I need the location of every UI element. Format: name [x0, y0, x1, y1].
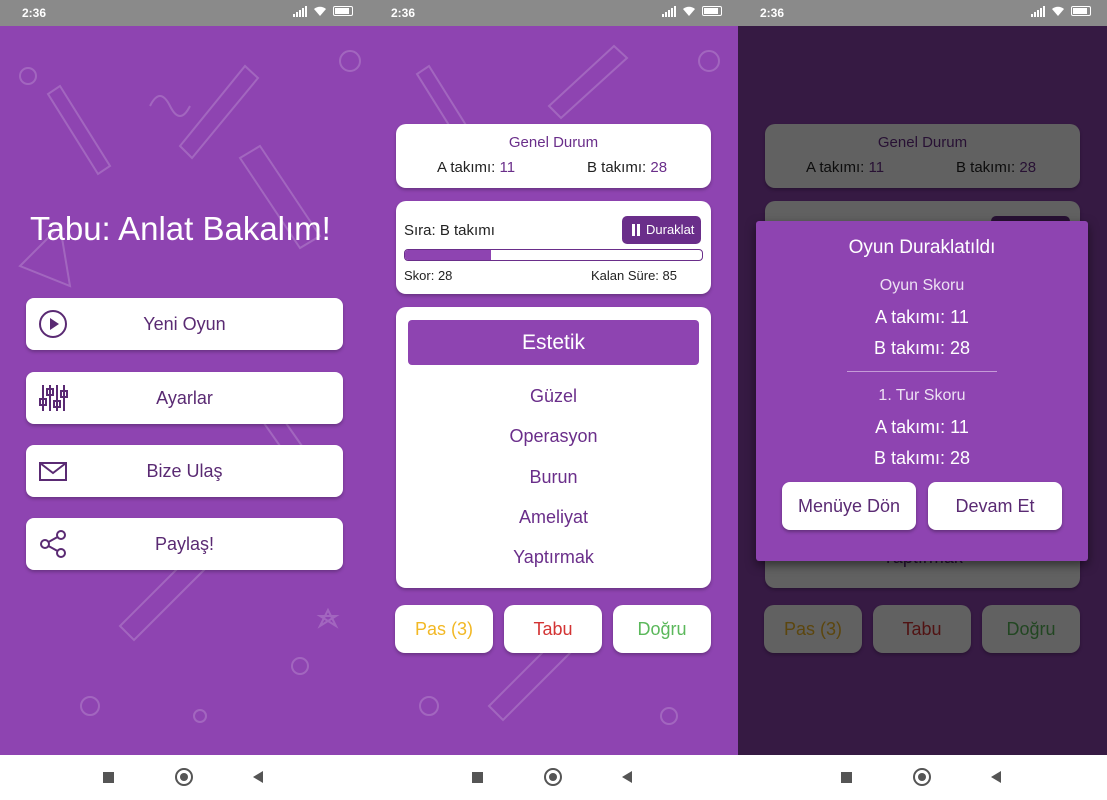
target-word: Estetik — [521, 331, 586, 354]
round-score-title: 1. Tur Skoru — [878, 387, 966, 404]
wifi-icon — [683, 6, 695, 16]
status-icons — [293, 5, 353, 17]
status-icons — [1031, 5, 1091, 17]
navigation-bar — [369, 755, 738, 800]
taboo-word: Ameliyat — [518, 507, 589, 527]
recents-icon[interactable] — [472, 772, 483, 783]
back-icon[interactable] — [622, 771, 632, 783]
home-icon[interactable] — [544, 768, 562, 786]
recents-icon[interactable] — [103, 772, 114, 783]
wifi-icon — [314, 6, 326, 16]
navigation-bar — [738, 755, 1107, 800]
contact-button[interactable]: Bize Ulaş — [26, 445, 343, 497]
team-a-label: A takımı: — [437, 159, 496, 176]
home-icon[interactable] — [913, 768, 931, 786]
signal-icon — [1031, 5, 1045, 17]
target-word-banner: Estetik — [408, 320, 699, 365]
team-b-overall: B takımı: 28 — [587, 159, 667, 176]
doodle-background: Genel Durum A takımı: 11 B takımı: 28 Sı… — [369, 26, 738, 755]
team-b-score: 28 — [650, 159, 668, 176]
time-progress-fill — [405, 250, 492, 260]
status-bar: 2:36 — [738, 0, 1107, 26]
status-time: 2:36 — [391, 6, 416, 20]
continue-button[interactable]: Devam Et — [928, 482, 1062, 530]
turn-score: Skor: 28 — [404, 268, 453, 283]
contact-label: Bize Ulaş — [146, 461, 223, 481]
team-a-score: 11 — [499, 159, 516, 176]
taboo-button[interactable]: Tabu — [504, 605, 602, 653]
new-game-button[interactable]: Yeni Oyun — [26, 298, 343, 350]
team-a-overall: A takımı: 11 — [437, 159, 515, 176]
navigation-bar — [0, 755, 369, 800]
game-score-title: Oyun Skoru — [879, 277, 965, 294]
status-bar: 2:36 — [369, 0, 738, 26]
share-button[interactable]: Paylaş! — [26, 518, 343, 570]
wifi-icon — [1052, 6, 1064, 16]
pause-dialog: Oyun Duraklatıldı Oyun Skoru A takımı: 1… — [756, 221, 1088, 561]
turn-status-card: Sıra: B takımı Duraklat Skor: 28 Kalan S… — [396, 201, 711, 294]
app-title: Tabu: Anlat Bakalım! — [30, 210, 331, 247]
pause-button[interactable]: Duraklat — [622, 216, 701, 244]
status-time: 2:36 — [760, 6, 785, 20]
settings-button[interactable]: Ayarlar — [26, 372, 343, 424]
pass-button[interactable]: Pas (3) — [395, 605, 493, 653]
new-game-label: Yeni Oyun — [143, 314, 226, 334]
battery-icon — [333, 6, 353, 16]
correct-button[interactable]: Doğru — [613, 605, 711, 653]
game-score-team-b: B takımı: 28 — [873, 338, 971, 358]
pause-icon — [632, 224, 635, 236]
game-screen: 2:36 Genel Durum A takımı: 11 B takımı: … — [369, 0, 738, 800]
status-icons — [662, 5, 722, 17]
overall-status-card: Genel Durum A takımı: 11 B takımı: 28 — [396, 124, 711, 188]
dialog-divider — [847, 371, 997, 372]
taboo-word: Güzel — [529, 386, 578, 406]
recents-icon[interactable] — [841, 772, 852, 783]
time-progress-bar — [404, 249, 703, 261]
signal-icon — [662, 5, 676, 17]
back-icon[interactable] — [991, 771, 1001, 783]
taboo-card: Estetik Güzel Operasyon Burun Ameliyat Y… — [396, 307, 711, 588]
battery-icon — [702, 6, 722, 16]
pause-label: Duraklat — [646, 222, 695, 237]
pause-dialog-title: Oyun Duraklatıldı — [848, 237, 996, 258]
overall-status-title: Genel Durum — [508, 134, 599, 151]
game-score-team-a: A takımı: 11 — [875, 307, 969, 327]
round-score-team-a: A takımı: 11 — [875, 417, 969, 437]
settings-label: Ayarlar — [156, 388, 213, 408]
taboo-word: Yaptırmak — [513, 547, 594, 567]
home-icon[interactable] — [175, 768, 193, 786]
status-time: 2:36 — [22, 6, 47, 20]
taboo-word: Operasyon — [509, 426, 598, 446]
time-left: Kalan Süre: 85 — [590, 268, 677, 283]
main-menu-screen: 2:36 Tabu: Anlat Bakalım! Yeni Oyun Ayar… — [0, 0, 369, 800]
turn-label: Sıra: B takımı — [404, 222, 495, 239]
doodle-background: Tabu: Anlat Bakalım! Yeni Oyun Ayarlar B… — [0, 26, 369, 755]
paused-game-screen: 2:36 Genel Durum A takımı: 11 B takımı: … — [738, 0, 1107, 800]
share-label: Paylaş! — [154, 534, 215, 554]
team-b-label: B takımı: — [587, 159, 647, 176]
battery-icon — [1071, 6, 1091, 16]
taboo-word: Burun — [529, 467, 578, 487]
round-score-team-b: B takımı: 28 — [873, 448, 971, 468]
back-icon[interactable] — [253, 771, 263, 783]
back-to-menu-button[interactable]: Menüye Dön — [782, 482, 916, 530]
status-bar: 2:36 — [0, 0, 369, 26]
signal-icon — [293, 5, 307, 17]
